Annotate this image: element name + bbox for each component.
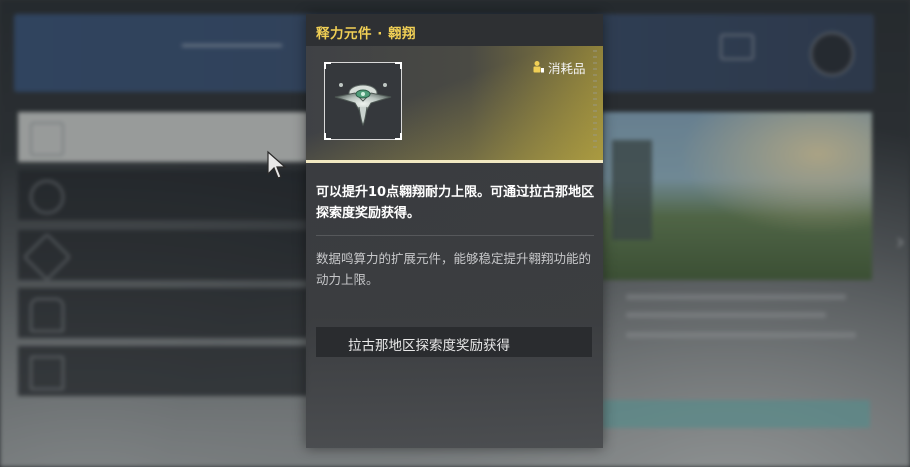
frame-corner (324, 62, 331, 69)
frame-corner (395, 133, 402, 140)
glider-component-icon (334, 83, 392, 127)
badge-label: 消耗品 (548, 60, 586, 76)
item-image-frame (324, 62, 402, 140)
item-tooltip: 释力元件 · 翱翔 消耗品 可以提升10点翱翔耐力上限。可通过拉古那地区探索度奖… (306, 14, 603, 448)
hero-divider (306, 160, 603, 163)
item-title: 释力元件 · 翱翔 (316, 26, 417, 42)
frame-corner (395, 62, 402, 69)
consumable-icon (533, 61, 544, 73)
tooltip-header: 释力元件 · 翱翔 (306, 14, 603, 46)
section-divider (316, 235, 594, 236)
item-description: 可以提升10点翱翔耐力上限。可通过拉古那地区探索度奖励获得。 (316, 185, 595, 221)
source-button[interactable]: 拉古那地区探索度奖励获得 (316, 327, 592, 357)
source-button-label: 拉古那地区探索度奖励获得 (348, 338, 510, 354)
consumable-badge: 消耗品 (532, 58, 586, 76)
item-flavor-text: 数据鸣算力的扩展元件，能够稳定提升翱翔功能的动力上限。 (316, 251, 592, 287)
mouse-pointer-icon (267, 150, 287, 179)
frame-corner (324, 133, 331, 140)
hero-decoration (593, 50, 597, 150)
